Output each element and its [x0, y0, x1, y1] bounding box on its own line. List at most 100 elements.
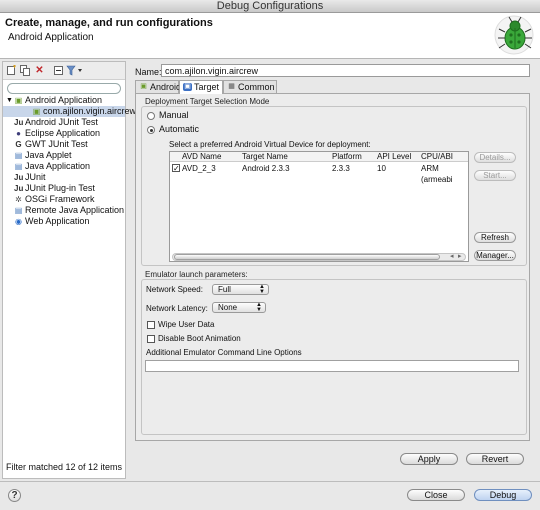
expand-arrow-icon[interactable]: ▼ — [5, 96, 14, 105]
network-speed-value: Full — [218, 285, 231, 294]
tree-item-label: Web Application — [25, 216, 90, 226]
avd-prompt: Select a preferred Android Virtual Devic… — [169, 140, 371, 149]
remote-icon: ▤ — [14, 206, 23, 215]
java-icon: ▤ — [14, 162, 23, 171]
eclipse-icon: ● — [16, 129, 21, 138]
start-button[interactable]: Start... — [474, 170, 516, 181]
col-target-name[interactable]: Target Name — [242, 152, 288, 162]
tree-item-remote-java-application[interactable]: ▤ Remote Java Application — [3, 205, 125, 216]
wipe-user-data-label: Wipe User Data — [158, 320, 215, 329]
manual-radio[interactable] — [147, 112, 155, 120]
tab-common[interactable]: ▦ Common — [223, 80, 277, 93]
col-platform[interactable]: Platform — [332, 152, 362, 162]
tree-item-label: JUnit — [25, 172, 46, 182]
tab-label: Target — [194, 82, 220, 92]
scroll-right-icon[interactable]: ▸ — [458, 252, 462, 260]
window-title: Debug Configurations — [216, 0, 324, 12]
header-subtitle: Android Application — [8, 32, 94, 43]
filter-input[interactable] — [7, 83, 121, 94]
tree-item-label: Remote Java Application — [25, 205, 125, 215]
col-api-level[interactable]: API Level — [377, 152, 411, 162]
tree-item-android-application[interactable]: ▼ ▣ Android Application — [3, 95, 125, 106]
tree-item-label: Java Application — [25, 161, 91, 171]
tree-item-junit-plugin-test[interactable]: Ju JUnit Plug-in Test — [3, 183, 125, 194]
col-cpu-abi[interactable]: CPU/ABI — [421, 152, 453, 162]
disable-boot-animation-checkbox[interactable] — [147, 335, 155, 343]
tab-label: Android — [150, 82, 182, 92]
close-button[interactable]: Close — [407, 489, 465, 501]
refresh-button[interactable]: Refresh — [474, 232, 516, 243]
osgi-icon: ✲ — [15, 195, 22, 204]
header-title: Create, manage, and run configurations — [5, 17, 213, 29]
manager-button[interactable]: Manager... — [474, 250, 516, 261]
tree-item-junit[interactable]: Ju JUnit — [3, 172, 125, 183]
wipe-user-data-checkbox[interactable] — [147, 321, 155, 329]
window-titlebar: Debug Configurations — [0, 0, 540, 13]
avd-table: AVD Name Target Name Platform API Level … — [169, 151, 469, 262]
configuration-tree-pane: ✕ ▼ ▣ Android Application ▣ com.ajilon.v… — [2, 61, 136, 479]
tree-item-label: OSGi Framework — [25, 194, 95, 204]
network-latency-label: Network Latency: — [146, 304, 208, 313]
table-row[interactable]: ✓ AVD_2_3 Android 2.3.3 2.3.3 10 ARM (ar… — [170, 163, 468, 184]
automatic-label: Automatic — [159, 124, 200, 134]
deployment-section-label: Deployment Target Selection Mode — [145, 97, 270, 106]
dialog-header: Create, manage, and run configurations A… — [0, 13, 540, 59]
scrollbar-thumb[interactable] — [174, 254, 440, 260]
select-arrows-icon: ▲ ▼ — [256, 302, 262, 313]
select-arrows-icon: ▲ ▼ — [259, 284, 265, 295]
tree-item-java-application[interactable]: ▤ Java Application — [3, 161, 125, 172]
network-speed-select[interactable]: Full ▲ ▼ — [212, 284, 269, 295]
tab-target[interactable]: ▣ Target — [179, 80, 223, 94]
cpu-abi-cell: ARM (armeabi — [421, 164, 453, 184]
avd-table-header: AVD Name Target Name Platform API Level … — [170, 152, 468, 162]
scroll-left-icon[interactable]: ◂ — [450, 252, 454, 260]
filter-status: Filter matched 12 of 12 items — [6, 462, 123, 472]
revert-button[interactable]: Revert — [466, 453, 524, 465]
filter-icon[interactable] — [66, 65, 84, 76]
additional-options-label: Additional Emulator Command Line Options — [146, 348, 302, 357]
delete-icon[interactable]: ✕ — [34, 65, 45, 76]
tree-item-gwt-junit-test[interactable]: G GWT JUnit Test — [3, 139, 125, 150]
automatic-radio[interactable] — [147, 126, 155, 134]
junit-icon: Ju — [14, 173, 24, 182]
network-speed-label: Network Speed: — [146, 285, 203, 294]
web-icon: ◉ — [15, 217, 22, 226]
name-field[interactable]: com.ajilon.vigin.aircrew — [161, 64, 530, 77]
applet-icon: ▤ — [14, 151, 23, 160]
gwt-icon: G — [15, 140, 22, 149]
tree-item-label: com.ajilon.vigin.aircrew — [43, 106, 137, 116]
target-name-cell: Android 2.3.3 — [242, 164, 290, 173]
collapse-all-icon[interactable] — [53, 65, 64, 76]
target-icon: ▣ — [183, 83, 192, 91]
apply-button[interactable]: Apply — [400, 453, 458, 465]
tree-item-web-application[interactable]: ◉ Web Application — [3, 216, 125, 227]
tab-android[interactable]: ▣ Android — [135, 80, 182, 93]
debug-bug-icon — [494, 15, 534, 55]
avd-horizontal-scrollbar[interactable]: ◂ ▸ — [172, 253, 466, 261]
avd-name-cell: AVD_2_3 — [182, 164, 216, 173]
tree-item-label: GWT JUnit Test — [25, 139, 88, 149]
additional-options-input[interactable] — [145, 360, 519, 372]
duplicate-icon[interactable] — [20, 65, 31, 76]
common-icon: ▦ — [228, 83, 235, 90]
config-icon: ▣ — [32, 107, 41, 116]
network-latency-select[interactable]: None ▲ ▼ — [212, 302, 266, 313]
tree-item-java-applet[interactable]: ▤ Java Applet — [3, 150, 125, 161]
new-config-icon[interactable] — [6, 65, 17, 76]
tree-item-android-junit-test[interactable]: Ju Android JUnit Test — [3, 117, 125, 128]
tree-toolbar: ✕ — [3, 62, 125, 80]
col-avd-name[interactable]: AVD Name — [182, 152, 221, 162]
tree-item-config-aircrew[interactable]: ▣ com.ajilon.vigin.aircrew — [3, 106, 136, 117]
disable-boot-animation-label: Disable Boot Animation — [158, 334, 241, 343]
tree-item-label: Android Application — [25, 95, 103, 105]
tree-item-eclipse-application[interactable]: ● Eclipse Application — [3, 128, 125, 139]
avd-checkbox[interactable]: ✓ — [172, 164, 180, 173]
tree-item-osgi-framework[interactable]: ✲ OSGi Framework — [3, 194, 125, 205]
configuration-tree: ▼ ▣ Android Application ▣ com.ajilon.vig… — [3, 95, 136, 227]
help-icon[interactable]: ? — [8, 489, 21, 502]
details-button[interactable]: Details... — [474, 152, 516, 163]
tree-item-label: Java Applet — [25, 150, 72, 160]
debug-button[interactable]: Debug — [474, 489, 532, 501]
tree-item-label: Android JUnit Test — [25, 117, 98, 127]
junit-icon: Ju — [14, 118, 24, 127]
